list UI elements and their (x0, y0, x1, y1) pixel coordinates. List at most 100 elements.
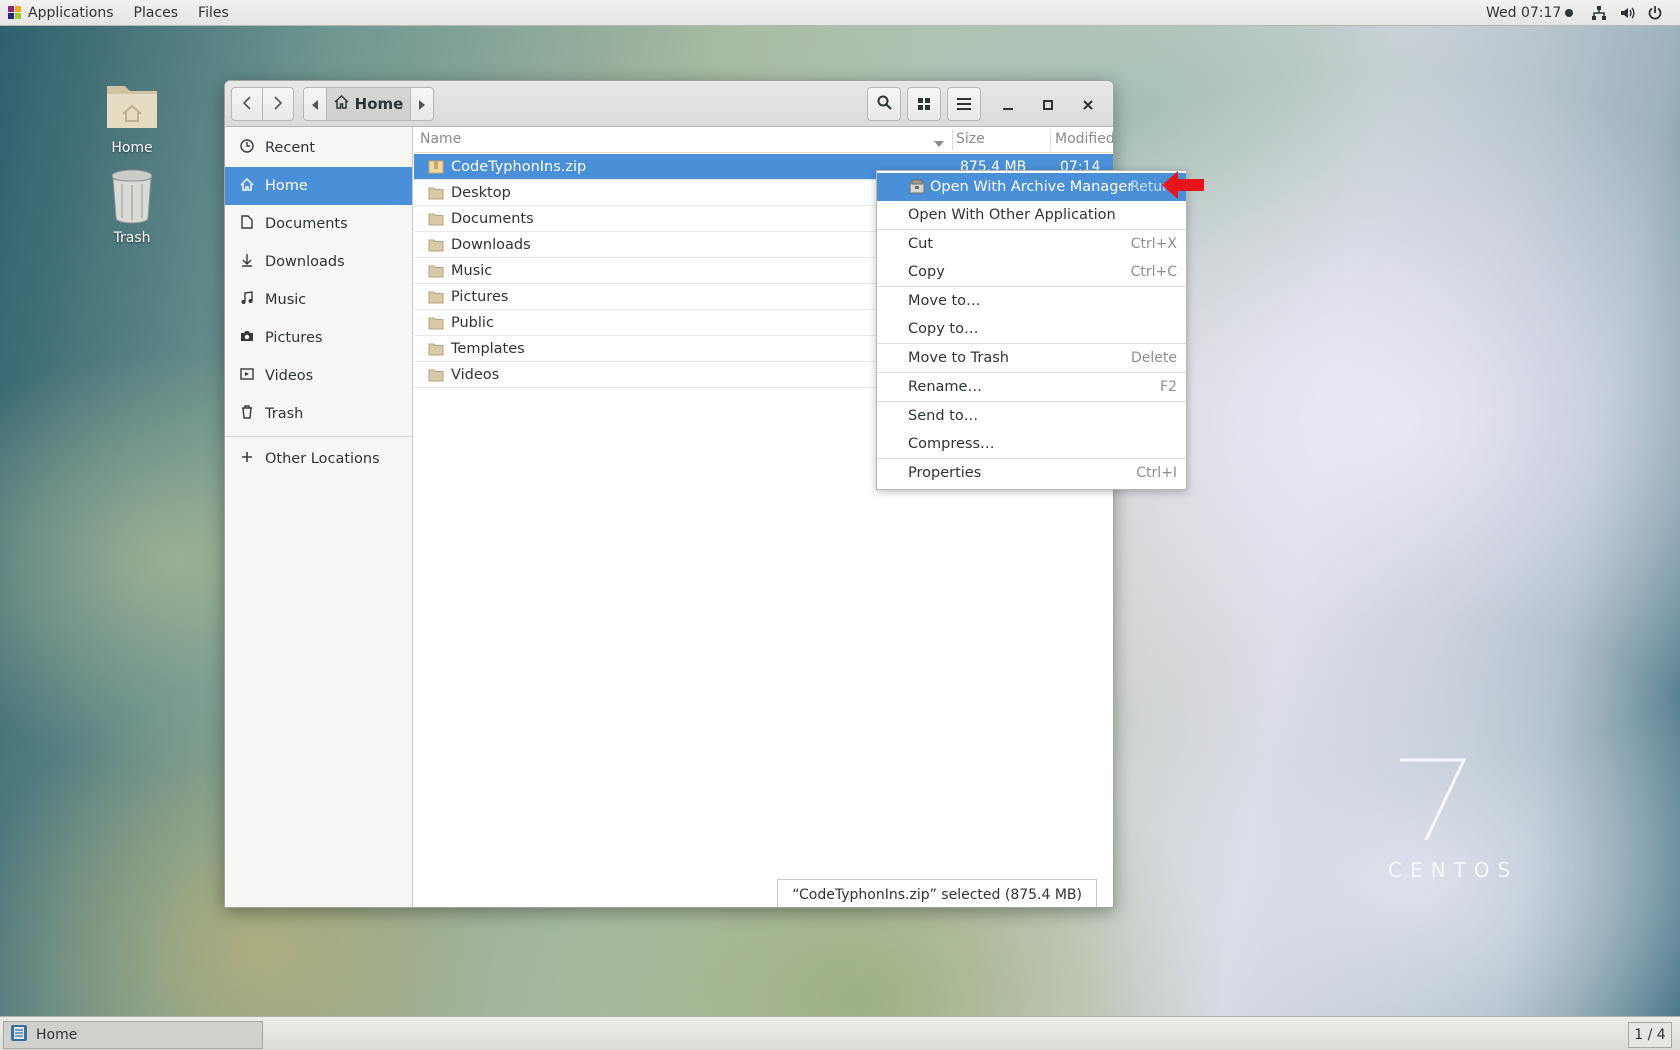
desktop-trash-icon[interactable]: Trash (87, 168, 177, 246)
sidebar-item-home[interactable]: Home (225, 167, 412, 205)
music-icon (239, 291, 255, 309)
sidebar-item-label: Pictures (265, 330, 323, 346)
folder-icon (428, 316, 444, 330)
file-name: Public (451, 314, 494, 331)
sidebar-item-label: Documents (265, 216, 348, 232)
sidebar-item-label: Downloads (265, 254, 345, 270)
minimize-button[interactable] (993, 87, 1023, 121)
menu-item-label: Properties (908, 465, 982, 481)
menu-item-send-to[interactable]: Send to… (877, 402, 1186, 430)
sidebar-item-videos[interactable]: Videos (225, 357, 412, 395)
file-name: Documents (451, 210, 534, 227)
power-icon[interactable] (1646, 5, 1664, 21)
trash-icon (239, 405, 255, 423)
applications-menu[interactable]: Applications (18, 0, 124, 25)
path-scroll-left-button[interactable] (303, 87, 327, 121)
centos-wordmark: CENTOS (1388, 858, 1519, 882)
sidebar-item-downloads[interactable]: Downloads (225, 243, 412, 281)
folder-icon (428, 238, 444, 252)
zip-archive-icon (428, 160, 444, 174)
menu-item-compress[interactable]: Compress… (877, 430, 1186, 458)
menu-item-label: Rename… (908, 379, 982, 395)
chevron-left-icon (242, 95, 252, 114)
sidebar-item-documents[interactable]: Documents (225, 205, 412, 243)
menu-item-label: Cut (908, 236, 933, 252)
maximize-icon (1043, 95, 1053, 114)
clock-icon (239, 139, 255, 157)
close-button[interactable] (1073, 87, 1103, 121)
places-menu[interactable]: Places (124, 0, 189, 25)
menu-item-open-with-archive-manager[interactable]: Open With Archive Manager Return (877, 173, 1186, 201)
bottom-taskbar: Home 1 / 4 (0, 1016, 1680, 1050)
minimize-icon (1003, 95, 1013, 114)
taskbar-item-home[interactable]: Home (3, 1021, 263, 1049)
name-column-header[interactable]: Name (420, 131, 461, 147)
sidebar-item-label: Videos (265, 368, 314, 384)
size-column-header[interactable]: Size (956, 131, 985, 147)
system-tray[interactable] (1590, 0, 1664, 26)
menu-item-rename[interactable]: Rename… F2 (877, 373, 1186, 401)
path-scroll-right-button[interactable] (410, 87, 434, 121)
trash-can-icon (111, 169, 153, 224)
seven-numeral-icon (1400, 758, 1467, 841)
menu-item-move-to[interactable]: Move to… (877, 287, 1186, 315)
home-folder-icon (107, 86, 157, 128)
menu-item-properties[interactable]: Properties Ctrl+I (877, 459, 1186, 487)
clock[interactable]: Wed 07:17 (1486, 0, 1574, 26)
desktop-home-label: Home (111, 140, 153, 156)
file-name: Desktop (451, 184, 511, 201)
files-menu[interactable]: Files (188, 0, 239, 25)
menu-item-cut[interactable]: Cut Ctrl+X (877, 230, 1186, 258)
folder-icon (428, 186, 444, 200)
grid-view-button[interactable] (907, 87, 941, 121)
sidebar-item-label: Home (265, 178, 308, 194)
search-button[interactable] (867, 87, 901, 121)
menu-item-copy-to[interactable]: Copy to… (877, 315, 1186, 343)
red-arrow-annotation-icon (1162, 171, 1204, 199)
file-name: Music (451, 262, 493, 279)
header-bar: Home (225, 81, 1113, 127)
chevron-right-icon (273, 95, 283, 114)
menu-item-copy[interactable]: Copy Ctrl+C (877, 258, 1186, 286)
home-icon (334, 94, 349, 113)
sidebar-item-other-locations[interactable]: Other Locations (225, 440, 412, 478)
menu-item-open-with-other-application[interactable]: Open With Other Application (877, 201, 1186, 229)
sidebar-item-music[interactable]: Music (225, 281, 412, 319)
download-icon (239, 253, 255, 271)
maximize-button[interactable] (1033, 87, 1063, 121)
back-button[interactable] (231, 87, 263, 121)
sidebar-item-label: Other Locations (265, 451, 380, 467)
sidebar-item-pictures[interactable]: Pictures (225, 319, 412, 357)
sidebar-item-recent[interactable]: Recent (225, 129, 412, 167)
sidebar-item-label: Trash (265, 406, 304, 422)
clock-text: Wed 07:17 (1486, 5, 1562, 21)
workspace-switcher[interactable]: 1 / 4 (1628, 1022, 1672, 1048)
volume-icon[interactable] (1618, 5, 1636, 21)
folder-icon (428, 212, 444, 226)
menu-item-move-to-trash[interactable]: Move to Trash Delete (877, 344, 1186, 372)
sidebar-item-label: Music (265, 292, 307, 308)
folder-icon (428, 264, 444, 278)
modified-column-header[interactable]: Modified (1055, 131, 1113, 147)
forward-button[interactable] (262, 87, 294, 121)
centos-logo-icon (8, 5, 22, 20)
sidebar-item-trash[interactable]: Trash (225, 395, 412, 433)
triangle-left-icon (312, 95, 318, 114)
desktop-home-icon[interactable]: Home (87, 76, 177, 156)
sort-descending-icon[interactable] (934, 135, 944, 151)
close-icon (1083, 95, 1093, 114)
sidebar-divider (225, 436, 412, 437)
menu-button[interactable] (947, 87, 981, 121)
search-icon (877, 95, 892, 114)
column-header: Name Size Modified (414, 127, 1113, 153)
file-name: Templates (451, 340, 525, 357)
menu-item-label: Compress… (908, 436, 995, 452)
archive-manager-icon (909, 179, 925, 195)
menu-item-shortcut: Ctrl+I (1136, 465, 1177, 481)
document-icon (239, 215, 255, 233)
menu-item-label: Open With Archive Manager (930, 179, 1134, 195)
path-home-button[interactable]: Home (326, 87, 411, 121)
network-icon[interactable] (1590, 5, 1608, 21)
hamburger-icon (957, 95, 971, 114)
menu-item-shortcut: Ctrl+C (1130, 264, 1177, 280)
